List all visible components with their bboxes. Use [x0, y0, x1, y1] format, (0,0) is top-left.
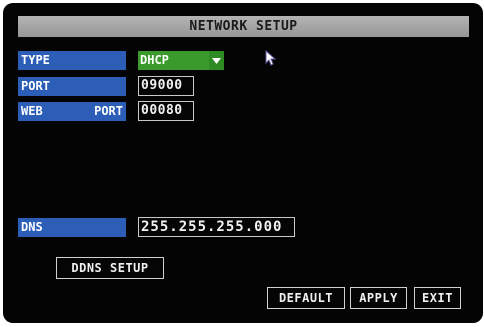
title-bar: NETWORK SETUP	[18, 16, 469, 37]
chevron-down-icon[interactable]	[209, 51, 224, 70]
network-setup-screen: NETWORK SETUP TYPE DHCP PORT 09000 WEB P…	[3, 3, 483, 323]
dns-input[interactable]: 255.255.255.000	[138, 217, 295, 237]
dns-label: DNS	[18, 218, 126, 237]
web-port-label: WEB PORT	[18, 102, 126, 121]
page-title: NETWORK SETUP	[189, 19, 298, 34]
ddns-setup-button[interactable]: DDNS SETUP	[56, 257, 164, 279]
web-port-label-right: PORT	[94, 104, 123, 118]
default-button[interactable]: DEFAULT	[267, 287, 345, 309]
web-port-input[interactable]: 00080	[138, 101, 194, 121]
port-label: PORT	[18, 77, 126, 96]
port-input[interactable]: 09000	[138, 76, 194, 96]
web-port-label-left: WEB	[21, 104, 43, 118]
type-dropdown-value: DHCP	[140, 53, 169, 67]
exit-button[interactable]: EXIT	[414, 287, 461, 309]
type-label: TYPE	[18, 51, 126, 70]
type-dropdown[interactable]: DHCP	[138, 51, 224, 70]
apply-button[interactable]: APPLY	[350, 287, 407, 309]
mouse-pointer-icon	[265, 49, 277, 70]
